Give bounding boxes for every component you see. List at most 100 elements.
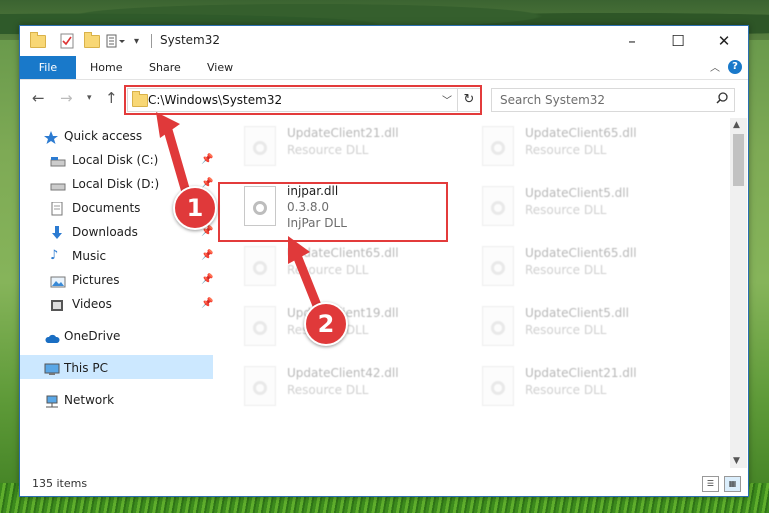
forward-arrow-icon[interactable]: → (60, 89, 73, 107)
dll-file-icon (482, 366, 514, 406)
sidebar-item-label: This PC (64, 361, 108, 375)
dll-file-icon (244, 366, 276, 406)
file-desc: Resource DLL (287, 263, 369, 277)
sidebar-item-music[interactable]: ♪ Music (50, 246, 220, 266)
tab-file[interactable]: File (20, 56, 76, 79)
scroll-up-icon[interactable]: ▲ (733, 120, 740, 130)
minimize-button[interactable]: – (609, 26, 655, 56)
file-item[interactable]: UpdateClient65.dll Resource DLL (240, 240, 470, 296)
sidebar-item-local-disk-c[interactable]: Local Disk (C:) (50, 150, 220, 170)
file-name: UpdateClient21.dll (287, 126, 399, 140)
file-desc: Resource DLL (525, 383, 607, 397)
documents-icon (50, 201, 64, 216)
file-desc: Resource DLL (525, 203, 607, 217)
sidebar-item-label: Local Disk (C:) (72, 153, 159, 167)
properties-icon[interactable] (60, 33, 74, 49)
file-desc: Resource DLL (287, 383, 369, 397)
back-arrow-icon[interactable]: ← (32, 89, 45, 107)
dll-file-icon (244, 306, 276, 346)
file-name: UpdateClient5.dll (525, 186, 629, 200)
tiles-view-icon[interactable]: ▦ (724, 476, 741, 492)
tab-view[interactable]: View (207, 56, 233, 79)
close-button[interactable]: ✕ (701, 26, 747, 56)
pictures-icon (50, 274, 66, 288)
file-name: UpdateClient42.dll (287, 366, 399, 380)
sidebar-item-network[interactable]: Network (44, 390, 204, 410)
file-item[interactable]: UpdateClient19.dll Resource DLL (240, 300, 470, 356)
file-item[interactable]: UpdateClient42.dll Resource DLL (240, 360, 470, 416)
up-arrow-icon[interactable]: ↑ (105, 89, 118, 107)
file-item[interactable]: UpdateClient65.dll Resource DLL (478, 240, 708, 296)
videos-icon (50, 298, 64, 311)
sidebar-item-label: Downloads (72, 225, 138, 239)
sidebar-item-this-pc[interactable]: This PC (44, 358, 204, 378)
search-input[interactable]: Search System32 (491, 88, 735, 112)
file-desc: Resource DLL (525, 263, 607, 277)
pin-icon[interactable]: 📌 (201, 274, 213, 285)
file-item[interactable]: UpdateClient5.dll Resource DLL (478, 300, 708, 356)
window-title: System32 (160, 33, 221, 47)
navigation-pane: Quick access Local Disk (C:) 📌 Local Dis… (20, 118, 213, 468)
file-name: UpdateClient21.dll (525, 366, 637, 380)
computer-icon (44, 362, 60, 375)
new-folder-icon[interactable] (84, 31, 100, 49)
sidebar-item-videos[interactable]: Videos (50, 294, 220, 314)
scrollbar-thumb[interactable] (733, 134, 744, 186)
title-separator (151, 34, 152, 48)
dll-file-icon (244, 246, 276, 286)
file-desc: Resource DLL (287, 143, 369, 157)
item-count: 135 items (32, 477, 88, 490)
sidebar-item-pictures[interactable]: Pictures (50, 270, 220, 290)
file-item[interactable]: UpdateClient21.dll Resource DLL (240, 120, 470, 176)
cloud-icon (44, 330, 60, 343)
dll-file-icon (482, 306, 514, 346)
sidebar-item-onedrive[interactable]: OneDrive (44, 326, 204, 346)
file-name: UpdateClient5.dll (525, 306, 629, 320)
network-icon (44, 394, 58, 408)
file-desc: Resource DLL (525, 323, 607, 337)
file-highlight-box (218, 182, 448, 242)
drive-icon (50, 154, 66, 167)
recent-locations-icon[interactable]: ▾ (87, 93, 92, 103)
help-icon[interactable]: ? (728, 60, 742, 74)
step-1-badge: 1 (173, 186, 217, 230)
customize-toolbar-icon[interactable] (106, 33, 130, 49)
file-item[interactable]: UpdateClient65.dll Resource DLL (478, 120, 708, 176)
search-placeholder: Search System32 (500, 93, 606, 107)
explorer-window: ▾ System32 – ☐ ✕ File Home Share View ︿ … (19, 25, 749, 497)
details-view-icon[interactable]: ☰ (702, 476, 719, 492)
music-icon: ♪ (50, 248, 59, 263)
search-icon[interactable] (716, 92, 728, 107)
ribbon-tabs: File Home Share View ︿ ? (20, 56, 748, 80)
vertical-scrollbar[interactable]: ▲ ▼ (730, 118, 747, 468)
file-name: UpdateClient65.dll (287, 246, 399, 260)
sidebar-item-label: Local Disk (D:) (72, 177, 160, 191)
file-desc: Resource DLL (525, 143, 607, 157)
tab-share[interactable]: Share (149, 56, 181, 79)
pin-icon[interactable]: 📌 (201, 298, 213, 309)
download-icon (50, 226, 64, 239)
drive-icon (50, 178, 66, 191)
pin-icon[interactable]: 📌 (201, 250, 213, 261)
file-name: UpdateClient65.dll (525, 126, 637, 140)
expand-ribbon-icon[interactable]: ︿ (710, 59, 720, 74)
quick-access-dropdown-icon[interactable]: ▾ (134, 33, 139, 49)
maximize-button[interactable]: ☐ (655, 26, 701, 56)
sidebar-item-label: Music (72, 249, 107, 263)
pin-icon[interactable]: 📌 (201, 154, 213, 165)
folder-icon (30, 31, 46, 49)
dll-file-icon (482, 246, 514, 286)
dll-file-icon (482, 186, 514, 226)
scroll-down-icon[interactable]: ▼ (733, 456, 740, 466)
dll-file-icon (244, 126, 276, 166)
sidebar-item-label: Videos (72, 297, 112, 311)
file-list: UpdateClient21.dll Resource DLL injpar.d… (220, 118, 730, 468)
file-item[interactable]: UpdateClient21.dll Resource DLL (478, 360, 708, 416)
address-row: ← → ▾ ↑ C:\Windows\System32 ﹀ ↻ Search S… (20, 80, 748, 116)
address-highlight-box (124, 85, 482, 115)
file-item[interactable]: UpdateClient5.dll Resource DLL (478, 180, 708, 236)
sidebar-item-label: Pictures (72, 273, 120, 287)
tab-home[interactable]: Home (90, 56, 122, 79)
sidebar-item-quick-access[interactable]: Quick access (44, 126, 204, 146)
sidebar-item-label: Documents (72, 201, 141, 215)
